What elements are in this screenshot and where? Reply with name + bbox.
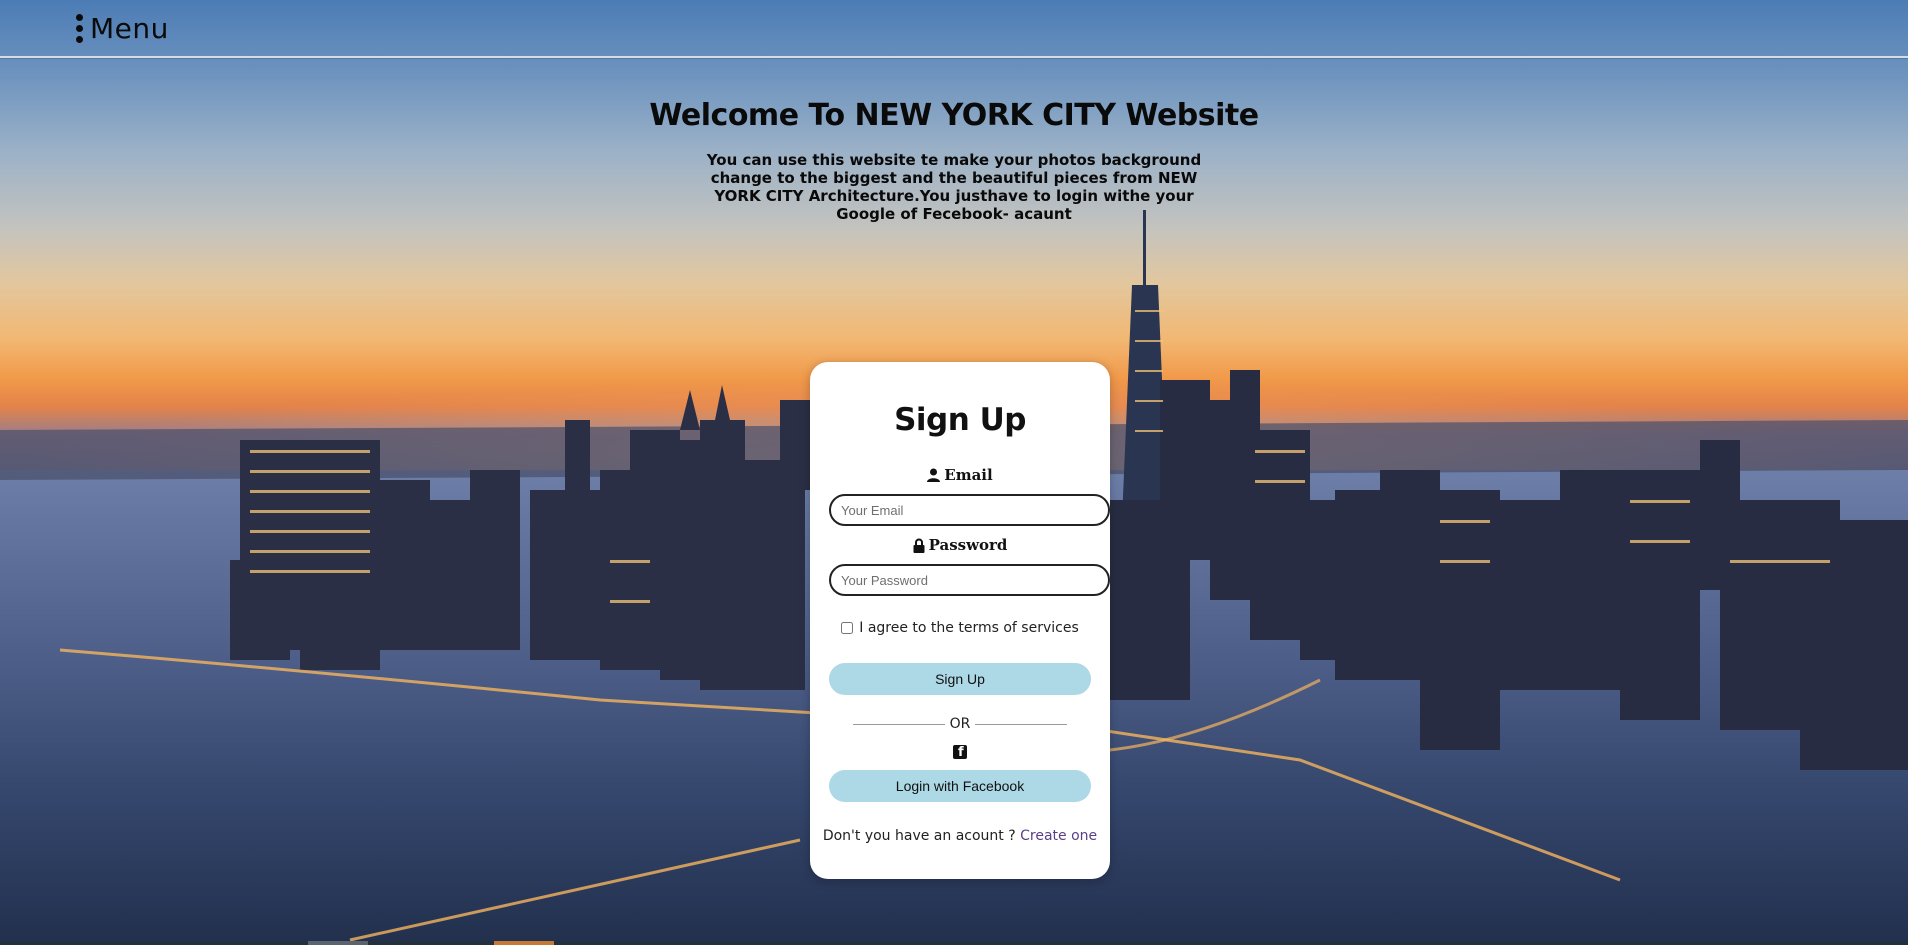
- email-input[interactable]: [829, 494, 1110, 526]
- account-question-text: Don't you have an acount ?: [822, 828, 1016, 844]
- user-icon: [927, 468, 941, 482]
- email-label-text: Email: [944, 466, 993, 484]
- password-label-text: Password: [928, 536, 1008, 554]
- password-label: Password: [810, 536, 1110, 554]
- bottom-strip-segment: [494, 941, 554, 945]
- signup-title: Sign Up: [894, 402, 1026, 438]
- top-navbar: Menu: [0, 0, 1908, 58]
- kebab-vertical-icon: [74, 14, 84, 43]
- menu-button[interactable]: Menu: [74, 12, 169, 45]
- page-title: Welcome To NEW YORK CITY Website: [649, 98, 1259, 133]
- terms-label: I agree to the terms of services: [859, 620, 1079, 636]
- bottom-strip: [0, 941, 1908, 945]
- facebook-square-icon: f: [953, 745, 967, 759]
- divider-line: [853, 723, 945, 725]
- create-account-link[interactable]: Create one: [1020, 828, 1097, 844]
- password-input[interactable]: [829, 564, 1110, 596]
- sign-up-button[interactable]: Sign Up: [829, 663, 1091, 695]
- divider-line: [975, 723, 1067, 725]
- menu-label: Menu: [90, 12, 169, 45]
- terms-checkbox[interactable]: [841, 622, 854, 634]
- login-facebook-button[interactable]: Login with Facebook: [829, 770, 1091, 802]
- or-label: OR: [949, 716, 971, 732]
- signup-card: Sign Up Email Password I agree to the te…: [810, 362, 1110, 879]
- account-question: Don't you have an acount ? Create one: [810, 828, 1110, 844]
- hero-section: Welcome To NEW YORK CITY Website You can…: [0, 98, 1908, 223]
- bottom-strip-segment: [308, 941, 368, 945]
- terms-row[interactable]: I agree to the terms of services: [810, 620, 1110, 636]
- hero-description: You can use this website te make your ph…: [706, 151, 1202, 223]
- lock-icon: [913, 538, 925, 553]
- or-divider: OR: [853, 716, 1067, 732]
- email-label: Email: [810, 466, 1110, 484]
